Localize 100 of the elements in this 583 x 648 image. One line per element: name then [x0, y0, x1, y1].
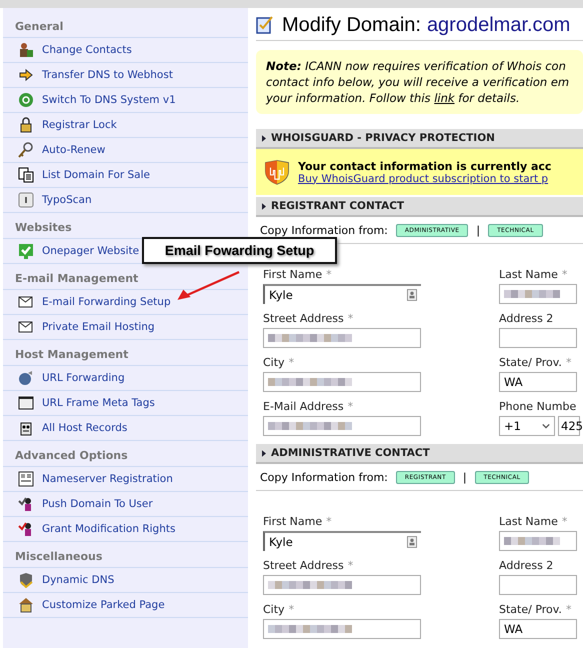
sidebar-link[interactable]: Push Domain To User — [42, 498, 153, 510]
copy-label: Copy Information from: — [260, 470, 388, 484]
field-label: Last Name — [499, 268, 558, 282]
lock-icon — [18, 117, 34, 133]
input-field[interactable] — [263, 619, 421, 639]
required-mark: * — [348, 559, 354, 573]
key-cap-icon — [18, 192, 34, 208]
field-label: Street Address — [263, 559, 344, 573]
field-label: City — [263, 356, 285, 370]
house-icon — [18, 597, 34, 613]
sidebar-link[interactable]: TypoScan — [42, 194, 92, 206]
section-heading: Miscellaneous — [3, 542, 248, 568]
required-mark: * — [348, 400, 354, 414]
field-label: Phone Numbe — [499, 400, 576, 414]
sidebar-link[interactable]: Transfer DNS to Webhost — [42, 69, 173, 81]
key-icon — [18, 142, 34, 158]
field-label: First Name — [263, 268, 322, 282]
section-heading: Advanced Options — [3, 441, 248, 467]
note-text: Note: ICANN now requires verification of Whois con contact info below, you will receive a verification em your information. Follow this link for details. — [266, 58, 570, 106]
domain-name: agrodelmar.com — [426, 14, 570, 36]
section-heading: Host Management — [3, 340, 248, 366]
sidebar-link[interactable]: Nameserver Registration — [42, 473, 173, 485]
input-field[interactable]: Kyle — [263, 284, 421, 304]
input-field[interactable]: 425 — [558, 416, 580, 436]
required-mark: * — [326, 515, 332, 529]
section-header[interactable]: REGISTRANT CONTACT — [256, 197, 583, 217]
caret-icon — [542, 423, 550, 429]
input-field[interactable]: WA — [499, 619, 577, 639]
sidebar-link[interactable]: E-mail Forwarding Setup — [42, 296, 171, 308]
input-field[interactable] — [499, 575, 577, 595]
field-label: Street Address — [263, 312, 344, 326]
window-icon — [18, 395, 34, 411]
sidebar-link[interactable]: Registrar Lock — [42, 119, 117, 131]
expand-arrow-icon — [262, 450, 266, 456]
separator: | — [462, 470, 467, 484]
arrow-icon — [176, 270, 242, 302]
sidebar-link[interactable]: Grant Modification Rights — [42, 523, 176, 535]
expand-arrow-icon — [262, 134, 266, 142]
envelope-icon — [18, 319, 34, 335]
whoisguard-message: Your contact information is currently acc — [298, 160, 552, 172]
input-field[interactable] — [263, 575, 421, 595]
document-icon — [18, 167, 34, 183]
required-mark: * — [562, 515, 568, 529]
sidebar-link[interactable]: All Host Records — [42, 422, 128, 434]
redacted-text — [504, 537, 560, 545]
field-label: Last Name — [499, 515, 558, 529]
page-title: Modify Domain: — [282, 14, 421, 36]
subscription-link[interactable]: Buy WhoisGuard product subscription to start p — [298, 172, 552, 184]
contact-card-icon — [407, 536, 417, 548]
sidebar-link[interactable]: Private Email Hosting — [42, 321, 155, 333]
users-icon — [18, 42, 34, 58]
globe-icon — [18, 370, 34, 386]
envelope-icon — [18, 294, 34, 310]
input-field[interactable] — [263, 328, 421, 348]
callout-box: Email Fowarding Setup — [142, 237, 337, 264]
sidebar-link[interactable]: Customize Parked Page — [42, 599, 165, 611]
input-field[interactable] — [499, 531, 577, 551]
required-mark: * — [288, 603, 294, 617]
field-label: Address 2 — [499, 559, 554, 573]
required-mark: * — [348, 312, 354, 326]
input-field[interactable] — [263, 372, 421, 392]
person-icon — [18, 496, 34, 512]
sidebar-link[interactable]: Change Contacts — [42, 44, 132, 56]
country-code-dropdown[interactable]: +1 — [499, 416, 555, 436]
sidebar-link[interactable]: URL Forwarding — [42, 372, 125, 384]
required-mark: * — [562, 268, 568, 282]
sidebar-link[interactable]: Onepager Website — [42, 245, 140, 257]
section-heading: General — [3, 12, 248, 38]
field-label: E-Mail Address — [263, 400, 344, 414]
input-field[interactable]: WA — [499, 372, 577, 392]
field-label: First Name — [263, 515, 322, 529]
expand-arrow-icon — [262, 202, 266, 210]
section-header[interactable]: WHOISGUARD - PRIVACY PROTECTION — [256, 129, 583, 149]
input-field[interactable] — [499, 284, 577, 304]
monitor-check-icon — [18, 243, 34, 259]
contact-card-icon — [407, 289, 417, 301]
input-field[interactable]: Kyle — [263, 531, 421, 551]
sidebar-link[interactable]: Dynamic DNS — [42, 574, 114, 586]
required-mark: * — [566, 603, 572, 617]
sidebar-link[interactable]: List Domain For Sale — [42, 169, 150, 181]
copy-label: Copy Information from: — [260, 224, 388, 236]
id-card-icon — [18, 471, 34, 487]
shield-icon — [18, 572, 34, 588]
field-label: City — [263, 603, 285, 617]
arrow-icon — [18, 67, 34, 83]
details-link[interactable]: link — [434, 91, 455, 105]
section-header[interactable]: ADMINISTRATIVE CONTACT — [256, 444, 583, 464]
person-check-icon — [18, 521, 34, 537]
input-field[interactable] — [499, 328, 577, 348]
field-label: Address 2 — [499, 312, 554, 326]
required-mark: * — [566, 356, 572, 370]
separator: | — [476, 224, 480, 236]
field-label: State/ Prov. — [499, 603, 562, 617]
required-mark: * — [326, 268, 332, 282]
sidebar-link[interactable]: URL Frame Meta Tags — [42, 397, 155, 409]
sidebar-link[interactable]: Auto-Renew — [42, 144, 106, 156]
input-field[interactable] — [263, 416, 421, 436]
field-label: State/ Prov. — [499, 356, 562, 370]
required-mark: * — [288, 356, 294, 370]
sidebar-link[interactable]: Switch To DNS System v1 — [42, 94, 176, 106]
